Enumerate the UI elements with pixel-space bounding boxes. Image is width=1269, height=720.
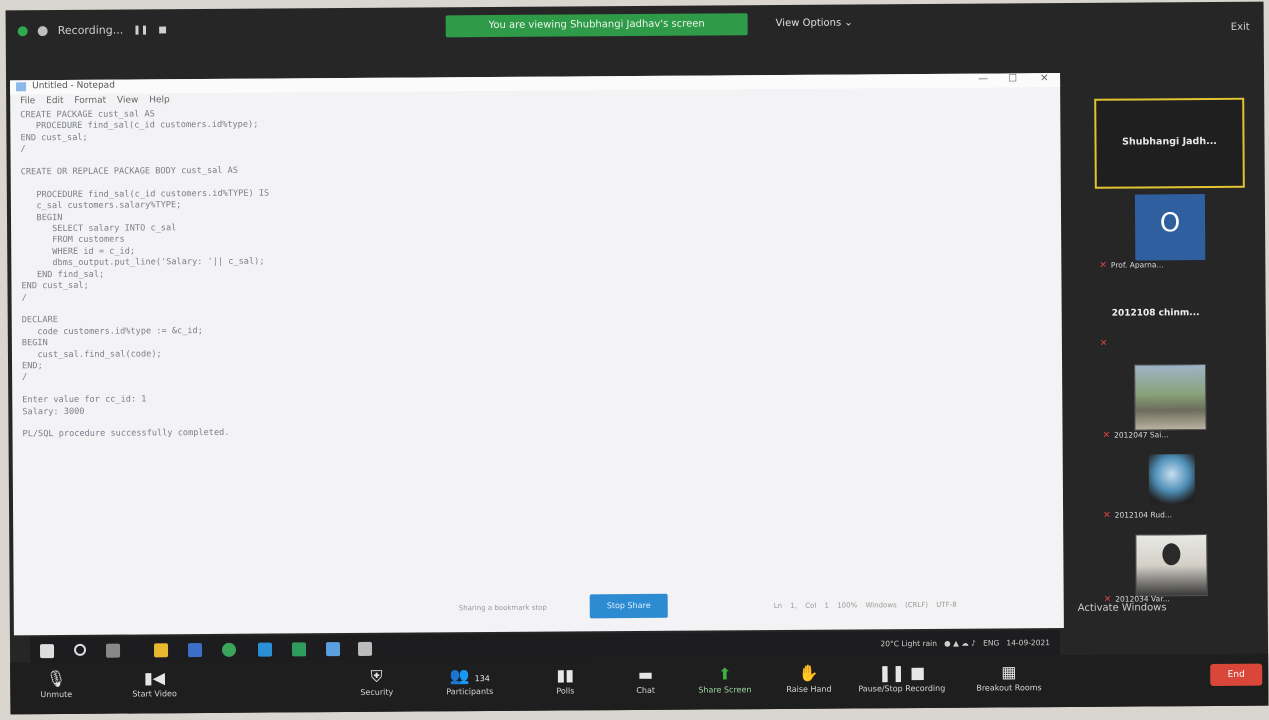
code-line: END;	[22, 361, 43, 372]
code-line: cust_sal.find_sal(code);	[21, 348, 162, 360]
breakout-rooms-icon: ▦	[1001, 662, 1017, 682]
hand-icon: ✋	[798, 663, 819, 683]
chat-button[interactable]: ▬ Chat	[636, 664, 655, 695]
security-button[interactable]: ⛨ Security	[360, 666, 393, 697]
avatar: O	[1159, 208, 1181, 239]
exit-fullscreen-button[interactable]: Exit	[1231, 22, 1250, 33]
code-line: PL/SQL procedure successfully completed.	[22, 428, 230, 440]
code-line: dbms_output.put_line('Salary: '|| c_sal)…	[21, 256, 265, 269]
code-line: WHERE id = c_id;	[21, 246, 136, 258]
task-view-icon[interactable]	[105, 643, 121, 658]
stop-share-button[interactable]: Stop Share	[589, 593, 668, 619]
code-line: CREATE PACKAGE cust_sal AS	[20, 109, 155, 121]
participant-tile-active[interactable]: Shubhangi Jadh...	[1094, 97, 1245, 189]
code-line: PROCEDURE find_sal(c_id customers.id%TYP…	[20, 188, 270, 201]
windows-start-icon[interactable]	[39, 644, 55, 659]
viewing-screen-banner: You are viewing Shubhangi Jadhav's scree…	[445, 13, 748, 38]
minimize-button[interactable]: —	[978, 74, 988, 85]
code-line: END find_sal;	[21, 269, 105, 280]
participant-video[interactable]	[1135, 534, 1208, 597]
person-head-icon	[1162, 543, 1181, 566]
participant-name: ✕ Prof. Aparna...	[1099, 260, 1164, 271]
code-line: c_sal customers.salary%TYPE;	[20, 200, 182, 212]
microphone-muted-icon: 🎙	[45, 668, 67, 689]
chrome-icon[interactable]	[221, 642, 237, 657]
recording-label: Recording...	[57, 23, 124, 38]
stop-icon[interactable]: ■	[158, 25, 167, 35]
notepad-app-icon[interactable]	[357, 641, 373, 656]
search-icon[interactable]	[73, 643, 87, 656]
code-line: SELECT salary INTO c_sal	[21, 223, 177, 235]
code-line: Salary: 3000	[22, 406, 85, 417]
participant-tile[interactable]: O	[1134, 194, 1206, 261]
notepad-title: Untitled - Notepad	[32, 80, 115, 92]
edge-icon[interactable]	[257, 642, 273, 657]
participant-name: Shubhangi Jadh...	[1122, 135, 1217, 148]
code-line: CREATE OR REPLACE PACKAGE BODY cust_sal …	[20, 165, 239, 178]
close-button[interactable]: ✕	[1040, 73, 1048, 84]
language-label[interactable]: ENG	[983, 638, 999, 647]
zoom-top-bar: Recording... ❚❚ ■ You are viewing Shubha…	[6, 2, 1264, 55]
code-line: BEGIN	[21, 338, 48, 349]
code-line: code customers.id%type := &c_id;	[21, 325, 203, 338]
zoom-app-icon[interactable]	[325, 642, 341, 657]
excel-icon[interactable]	[291, 642, 307, 657]
code-line: BEGIN	[20, 212, 63, 223]
sharing-message: Sharing a bookmark stop	[458, 603, 547, 613]
meeting-info: Recording... ❚❚ ■	[17, 23, 167, 38]
record-icon	[37, 25, 48, 36]
participants-button[interactable]: 👥 134 Participants	[446, 665, 493, 696]
bar-chart-icon: ▮▮	[556, 665, 575, 685]
breakout-rooms-button[interactable]: ▦ Breakout Rooms	[976, 661, 1041, 692]
code-line: Enter value for cc_id: 1	[22, 394, 147, 406]
shared-screen: Untitled - Notepad — ☐ ✕ File Edit Forma…	[10, 73, 1064, 636]
mail-icon[interactable]	[187, 643, 203, 658]
participant-video[interactable]	[1148, 454, 1196, 505]
shield-icon: ⛨	[370, 666, 383, 686]
unmute-button[interactable]: 🎙 Unmute	[40, 668, 72, 699]
notepad-text-area[interactable]: CREATE PACKAGE cust_sal AS PROCEDURE fin…	[20, 109, 271, 442]
code-line: DECLARE	[21, 315, 58, 326]
code-line: /	[22, 372, 28, 383]
notepad-menu[interactable]: File Edit Format View Help	[20, 95, 170, 106]
zoom-toolbar: 🎙 Unmute ▮◀ Start Video ⛨ Security 👥 134…	[10, 653, 1269, 715]
polls-button[interactable]: ▮▮ Polls	[556, 664, 574, 695]
pause-stop-icon: ❚❚ ■	[878, 662, 926, 683]
zoom-window: Recording... ❚❚ ■ You are viewing Shubha…	[5, 1, 1269, 715]
start-video-button[interactable]: ▮◀ Start Video	[132, 667, 177, 698]
activate-windows-watermark: Activate Windows	[1077, 602, 1167, 614]
code-line: END cust_sal;	[20, 132, 88, 144]
share-screen-icon: ⬆	[718, 664, 732, 684]
shield-icon[interactable]	[17, 25, 28, 36]
raise-hand-button[interactable]: ✋ Raise Hand	[786, 663, 831, 694]
chat-icon: ▬	[637, 664, 654, 685]
video-off-icon: ▮◀	[143, 668, 166, 688]
pause-stop-recording-button[interactable]: ❚❚ ■ Pause/Stop Recording	[858, 662, 945, 693]
participant-name: ✕ 2012104 Rud...	[1103, 510, 1173, 521]
muted-mic-icon: ✕	[1099, 260, 1107, 271]
end-meeting-button[interactable]: End	[1210, 663, 1263, 687]
muted-mic-icon: ✕	[1099, 338, 1108, 349]
participant-name: 2012108 chinm...	[1111, 308, 1200, 319]
maximize-button[interactable]: ☐	[1008, 73, 1017, 84]
code-line: FROM customers	[21, 235, 125, 246]
code-line: /	[21, 292, 27, 303]
participant-name: ✕ 2012047 Sai...	[1102, 430, 1169, 441]
code-line: PROCEDURE find_sal(c_id customers.id%typ…	[20, 120, 259, 132]
participant-video[interactable]	[1134, 364, 1207, 431]
code-line: /	[20, 144, 26, 155]
view-options-button[interactable]: View Options ⌄	[776, 17, 853, 29]
notepad-status-bar: Ln 1, Col 1 100% Windows (CRLF) UTF-8	[773, 600, 957, 611]
system-tray: 20°C Light rain ● ▲ ☁ ♪ ENG 14-09-2021	[880, 638, 1051, 649]
weather-label[interactable]: 20°C Light rain	[880, 639, 937, 648]
code-line: END cust_sal;	[21, 280, 89, 292]
participants-icon: 👥 134	[449, 666, 490, 686]
pause-icon[interactable]: ❚❚	[133, 25, 148, 35]
share-screen-button[interactable]: ⬆ Share Screen	[698, 663, 751, 694]
notepad-title-bar: Untitled - Notepad — ☐ ✕	[10, 73, 1061, 95]
date-label[interactable]: 14-09-2021	[1006, 638, 1050, 647]
file-explorer-icon[interactable]	[153, 643, 169, 658]
notepad-icon	[16, 82, 27, 92]
